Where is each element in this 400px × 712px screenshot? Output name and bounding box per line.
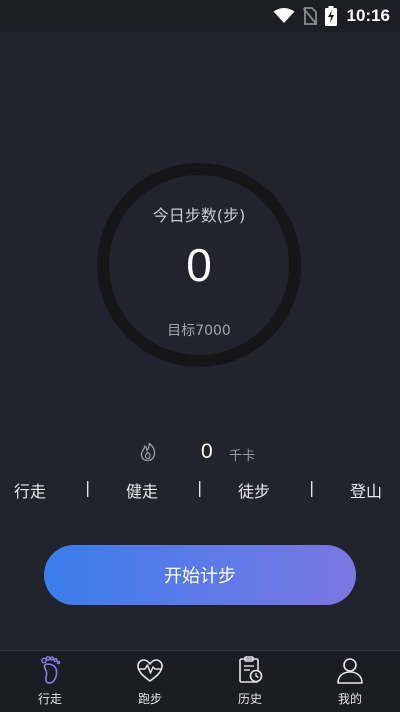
- steps-title: 今日步数(步): [152, 206, 246, 225]
- flame-icon: [138, 442, 158, 466]
- tab-profile[interactable]: 我的: [300, 651, 400, 712]
- mode-hike[interactable]: 徒步: [238, 478, 270, 502]
- mode-walk[interactable]: 行走: [14, 478, 46, 502]
- no-sim-icon: [302, 7, 317, 25]
- steps-goal: 目标7000: [167, 323, 231, 339]
- mode-separator: |: [309, 478, 315, 497]
- tab-history-label: 历史: [237, 692, 262, 706]
- battery-charging-icon: [324, 6, 337, 26]
- mode-separator: |: [85, 478, 91, 497]
- calorie-row: 0 千卡: [0, 440, 400, 466]
- steps-count: 0: [186, 239, 212, 291]
- status-bar: 10:16: [0, 0, 400, 32]
- history-clipboard-icon: [235, 655, 265, 685]
- calorie-value: 0: [201, 440, 213, 463]
- footprint-icon: [35, 655, 65, 685]
- tab-history[interactable]: 历史: [200, 651, 300, 712]
- tab-walk-label: 行走: [37, 692, 62, 706]
- step-progress-ring: 今日步数(步) 0 目标7000: [96, 162, 302, 368]
- tab-walk[interactable]: 行走: [0, 651, 100, 712]
- start-counting-button[interactable]: 开始计步: [44, 545, 356, 605]
- heart-pulse-icon: [135, 655, 165, 685]
- calorie-unit: 千卡: [229, 449, 256, 464]
- mode-climb[interactable]: 登山: [350, 478, 382, 502]
- mode-separator: |: [197, 478, 203, 497]
- tab-run[interactable]: 跑步: [100, 651, 200, 712]
- bottom-tab-bar: 行走 跑步 历史 我的: [0, 650, 400, 712]
- mode-selector: 行走 | 健走 | 徒步 | 登山: [0, 478, 400, 504]
- tab-profile-label: 我的: [337, 692, 362, 706]
- tab-run-label: 跑步: [137, 692, 162, 706]
- wifi-icon: [273, 8, 295, 24]
- profile-icon: [335, 655, 365, 685]
- status-time: 10:16: [346, 6, 390, 25]
- mode-brisk-walk[interactable]: 健走: [126, 478, 158, 502]
